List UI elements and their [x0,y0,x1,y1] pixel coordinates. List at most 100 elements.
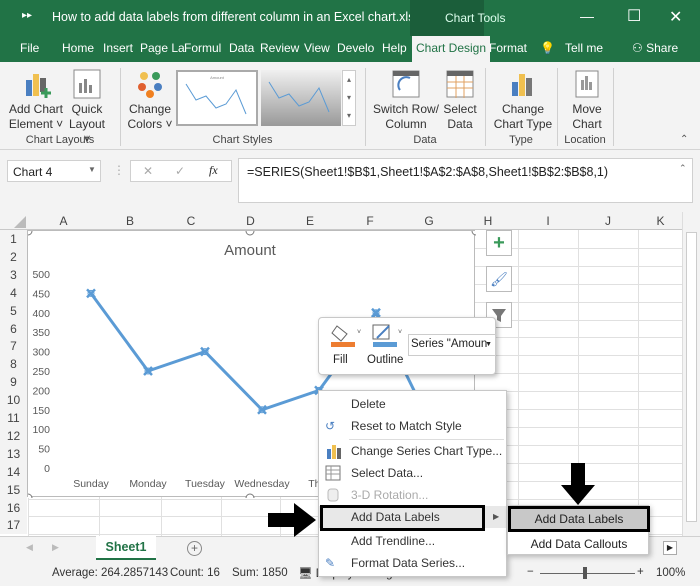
zoom-in-button[interactable]: + [637,566,644,578]
row-header[interactable]: 3 [0,265,27,284]
chart-style-1[interactable]: Amount [176,70,258,126]
ribbon-tabs: File Home Insert Page La Formul Data Rev… [0,36,700,62]
row-header[interactable]: 16 [0,498,27,517]
row-header[interactable]: 17 [0,516,27,535]
column-header[interactable]: K [638,214,683,228]
row-header[interactable]: 12 [0,426,27,445]
switch-row-column-button[interactable]: Switch Row/Column [372,64,440,136]
menu-item-format-data-series[interactable]: ✎ Format Data Series... [319,552,506,574]
tab-home[interactable]: Home [62,41,94,55]
column-header[interactable]: A [28,214,99,228]
quick-layout-button[interactable]: Quick Layout ˅ [64,64,110,146]
submenu-add-data-labels[interactable]: Add Data Labels [508,506,650,532]
column-header[interactable]: I [518,214,578,228]
row-header[interactable]: 2 [0,247,27,266]
submenu-add-data-callouts[interactable]: Add Data Callouts [508,533,650,555]
tab-review[interactable]: Review [260,41,299,55]
menu-item-add-trendline[interactable]: Add Trendline... [319,530,506,552]
tab-data[interactable]: Data [229,41,254,55]
column-header[interactable]: J [578,214,638,228]
menu-item-reset-to-match-style[interactable]: ↺ Reset to Match Style [319,415,506,437]
formula-input[interactable]: =SERIES(Sheet1!$B$1,Sheet1!$A$2:$A$8,She… [238,158,693,203]
chart-styles-brush-icon[interactable]: 🖌 [486,266,512,292]
move-chart-button[interactable]: Move Chart [562,64,612,136]
column-header[interactable]: B [99,214,161,228]
data-labels-submenu: Add Data Labels Add Data Callouts [507,505,650,555]
row-header[interactable]: 15 [0,480,27,499]
chart-elements-button[interactable]: + [486,230,512,256]
move-chart-label2: Chart [572,117,602,131]
tab-developer[interactable]: Develo [337,41,374,55]
formula-bar: Chart 4 ▼ ⋮ ✕ ✓ fx =SERIES(Sheet1!$B$1,S… [0,150,700,212]
insert-function-icon[interactable]: fx [209,163,218,178]
row-header[interactable]: 5 [0,301,27,320]
tell-me-search[interactable]: Tell me [565,41,603,55]
maximize-button[interactable]: ☐ [627,6,641,26]
group-type: Type [509,134,533,146]
zoom-slider-thumb[interactable] [583,567,587,579]
row-header[interactable]: 6 [0,319,27,338]
column-header[interactable]: H [458,214,518,228]
share-button[interactable]: ⚇ Share [632,41,678,55]
menu-item-select-data[interactable]: Select Data... [319,462,506,484]
drag-handle[interactable]: ⋮ [113,163,125,177]
row-header[interactable]: 4 [0,283,27,302]
tab-formulas[interactable]: Formul [184,41,221,55]
menu-label: Select Data... [351,466,424,480]
prev-sheet-icon[interactable]: ◀ [26,542,33,553]
fill-button[interactable]: ˅ Fill [329,322,363,372]
zoom-slider[interactable] [540,573,635,574]
tab-format[interactable]: Format [489,41,527,55]
add-chart-element-button[interactable]: Add Chart Element ˅ [8,64,64,136]
menu-item-delete[interactable]: Delete [319,393,506,415]
enter-icon[interactable]: ✓ [175,164,185,178]
minimize-button[interactable]: — [580,8,594,24]
next-sheet-icon[interactable]: ▶ [52,542,59,553]
close-button[interactable]: ✕ [669,7,682,27]
chart-style-2[interactable] [261,70,341,126]
row-header[interactable]: 8 [0,355,27,374]
select-data-button[interactable]: Select Data [440,64,480,136]
row-header[interactable]: 13 [0,444,27,463]
menu-item-change-series-chart-type[interactable]: Change Series Chart Type... [319,440,506,462]
add-sheet-button[interactable]: + [187,541,202,556]
change-colors-button[interactable]: Change Colors ˅ [126,64,174,136]
column-header[interactable]: F [340,214,400,228]
tab-help[interactable]: Help [382,41,407,55]
change-chart-type-label2: Chart Type [493,117,553,131]
tab-view[interactable]: View [304,41,330,55]
collapse-formula-icon[interactable]: ⌃ [679,163,687,174]
row-header[interactable]: 11 [0,409,27,427]
series-select[interactable]: Series "Amoun ▼ [408,334,496,356]
collapse-ribbon-icon[interactable]: ⌃ [680,134,688,145]
tab-page-layout[interactable]: Page La [140,41,185,55]
zoom-level[interactable]: 100% [656,567,685,579]
row-header[interactable]: 14 [0,462,27,481]
column-header[interactable]: E [280,214,340,228]
y-tick-label: 0 [44,463,50,475]
zoom-out-button[interactable]: − [527,566,534,578]
name-box[interactable]: Chart 4 ▼ [7,160,101,182]
select-all-icon[interactable] [14,216,26,228]
outline-button[interactable]: ˅ Outline [367,322,407,372]
change-chart-type-button[interactable]: Change Chart Type [490,64,556,136]
column-header[interactable]: D [221,214,280,228]
row-header[interactable]: 10 [0,391,27,410]
series-select-value: Series "Amoun [411,338,488,350]
tab-insert[interactable]: Insert [103,41,133,55]
sheet-tab-sheet1[interactable]: Sheet1 [96,536,156,560]
quick-access-icon[interactable]: ▸▸ [22,10,32,21]
tab-file[interactable]: File [20,41,39,55]
row-header[interactable]: 9 [0,373,27,392]
styles-scroll[interactable]: ▴ ▾ ▾ [342,70,356,126]
vertical-scrollbar[interactable] [682,212,700,536]
row-header[interactable]: 7 [0,337,27,356]
row-header[interactable]: 1 [0,230,27,248]
column-header[interactable]: G [400,214,458,228]
scroll-thumb[interactable] [686,232,697,522]
column-header[interactable]: C [161,214,221,228]
cancel-icon[interactable]: ✕ [143,164,153,178]
scroll-right-button[interactable]: ▶ [663,541,677,555]
chart-resize-handle [23,226,33,236]
tab-chart-design[interactable]: Chart Design [412,36,491,62]
